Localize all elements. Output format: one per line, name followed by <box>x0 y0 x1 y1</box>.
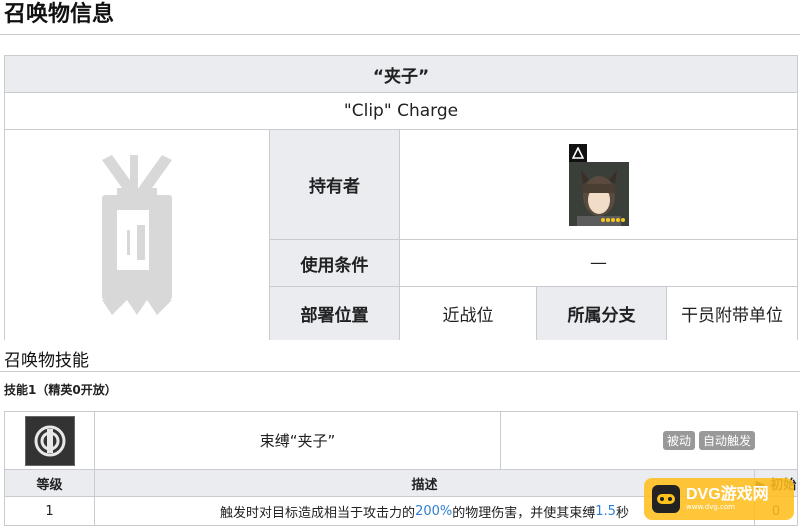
condition-value: — <box>400 240 797 287</box>
deploy-value: 近战位 <box>400 287 537 340</box>
desc-prefix: 触发时对目标造成相当于攻击力的 <box>220 505 416 521</box>
title-divider <box>0 34 800 35</box>
watermark-sub: www.dvg.com <box>686 503 735 511</box>
skill-section-title: 召唤物技能 <box>4 351 89 371</box>
summon-name: “夹子” <box>5 56 797 93</box>
skill-icon-cell <box>5 412 95 470</box>
watermark-text: DVG游戏网 <box>686 486 769 503</box>
summon-info-table: “夹子” "Clip" Charge 持有者 使用条件 — 部署位置 近战位 所… <box>4 55 798 340</box>
skill-name: 束缚“夹子” <box>95 412 501 470</box>
col-level: 等级 <box>5 470 95 497</box>
desc-percent: 200% <box>415 503 453 519</box>
tag-auto-trigger: 自动触发 <box>698 431 755 450</box>
summon-english-name: "Clip" Charge <box>5 93 797 130</box>
site-watermark: DVG游戏网 www.dvg.com <box>644 478 794 520</box>
clip-charge-icon <box>102 155 172 315</box>
summon-image-cell <box>5 130 270 340</box>
class-icon <box>568 143 587 162</box>
page-title: 召唤物信息 <box>4 1 115 27</box>
desc-mid: 的物理伤害，并使其束缚 <box>452 505 596 521</box>
desc-time: 1.5 <box>595 503 616 519</box>
gamepad-icon <box>652 485 680 513</box>
operator-portrait[interactable] <box>568 143 629 226</box>
skill-heading: 技能1（精英0开放） <box>4 383 117 397</box>
holder-label: 持有者 <box>270 130 400 240</box>
skill-tags: 被动 自动触发 <box>501 412 797 470</box>
row-level: 1 <box>5 497 95 525</box>
deploy-label: 部署位置 <box>270 287 400 340</box>
binding-icon <box>34 425 65 456</box>
desc-suffix: 秒 <box>615 505 629 521</box>
tag-passive: 被动 <box>662 431 695 450</box>
branch-value: 干员附带单位 <box>667 287 797 340</box>
skill-icon[interactable] <box>24 415 75 466</box>
portrait-icon <box>568 161 629 226</box>
condition-label: 使用条件 <box>270 240 400 287</box>
branch-label: 所属分支 <box>537 287 667 340</box>
holder-cell <box>400 130 797 240</box>
section-divider <box>0 371 800 372</box>
